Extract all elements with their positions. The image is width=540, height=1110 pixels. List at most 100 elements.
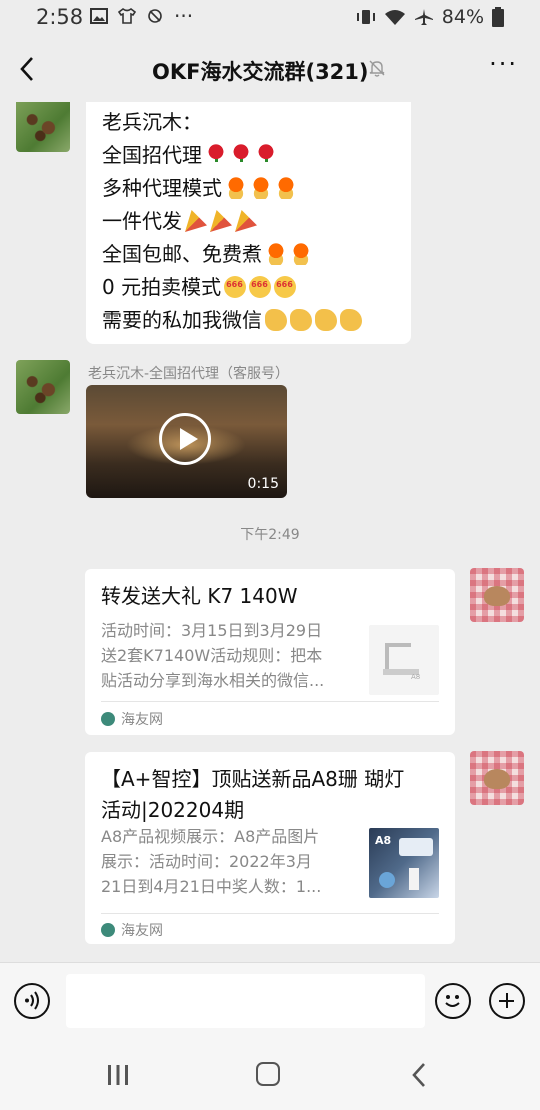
rose-emoji-icon: [255, 144, 277, 166]
smiley-icon: [445, 995, 460, 1007]
bear-avatar-image: [484, 769, 510, 789]
message-line: 全国包邮、免费煮: [102, 238, 362, 271]
video-message[interactable]: 0:15: [86, 385, 287, 498]
rose-emoji-icon: [205, 144, 227, 166]
card-title: 转发送大礼 K7 140W: [101, 584, 298, 608]
status-notification-icons: ···: [90, 4, 194, 28]
party-popper-emoji-icon: [235, 210, 257, 232]
lamp-product-image: A8: [383, 643, 420, 681]
link-card[interactable]: 【A+智控】顶贴送新品A8珊 瑚灯 活动|202204期 A8产品视频展示：A8…: [85, 752, 455, 944]
chat-area[interactable]: 老兵沉木： 全国招代理 多种代理模式 一件代发 全国包邮、免费煮 0 元拍卖模式…: [0, 102, 540, 962]
avatar[interactable]: [470, 751, 524, 805]
card-title-line: 【A+智控】顶贴送新品A8珊 瑚灯: [101, 767, 405, 791]
recent-apps-icon[interactable]: [106, 1064, 130, 1086]
card-description-line: 送2套K7140W活动规则：把本: [101, 646, 323, 665]
wifi-icon: [384, 10, 405, 25]
coral-lamp-product-image: A8: [375, 834, 433, 890]
emoji-button[interactable]: [435, 983, 471, 1019]
input-bar: [0, 962, 540, 1041]
link-card[interactable]: 转发送大礼 K7 140W 活动时间：3月15日到3月29日 送2套K7140W…: [85, 569, 455, 735]
card-description-line: 活动时间：3月15日到3月29日: [101, 621, 323, 640]
card-description-line: A8产品视频展示：A8产品图片: [101, 827, 320, 846]
party-popper-emoji-icon: [185, 210, 207, 232]
card-description-line: 21日到4月21日中奖人数：1...: [101, 877, 322, 896]
message-line: 0 元拍卖模式: [102, 268, 362, 304]
source-logo-icon: [101, 923, 115, 937]
back-button[interactable]: [14, 52, 44, 86]
message-line-text: 全国招代理: [102, 143, 202, 167]
source-name: 海友网: [121, 923, 163, 939]
card-thumbnail: A8: [369, 625, 439, 695]
more-options-button[interactable]: ···: [489, 50, 518, 78]
message-input[interactable]: [66, 974, 425, 1028]
chat-header: OKF海水交流群(321) ···: [0, 36, 540, 102]
message-line: 老兵沉木：: [102, 110, 202, 134]
sender-name: 老兵沉木-全国招代理（客服号）: [88, 366, 290, 382]
666-emoji-icon: [224, 268, 247, 301]
system-nav-bar: [0, 1040, 540, 1110]
firework-emoji-icon: [250, 177, 272, 199]
video-duration: 0:15: [247, 476, 279, 492]
tshirt-icon: [118, 8, 136, 24]
message-line: 多种代理模式: [102, 172, 362, 205]
666-emoji-icon: [249, 268, 272, 301]
battery-icon: [492, 7, 504, 27]
card-title: 【A+智控】顶贴送新品A8珊 瑚灯 活动|202204期: [101, 764, 404, 826]
message-text: 老兵沉木： 全国招代理 多种代理模式 一件代发 全国包邮、免费煮 0 元拍卖模式…: [102, 106, 362, 337]
firework-emoji-icon: [275, 177, 297, 199]
muscle-emoji-icon: [315, 309, 337, 331]
muscle-emoji-icon: [340, 309, 362, 331]
message-line: 一件代发: [102, 205, 362, 238]
666-emoji-icon: [274, 268, 297, 301]
card-description: A8产品视频展示：A8产品图片 展示：活动时间：2022年3月 21日到4月21…: [101, 824, 351, 899]
source-logo-icon: [101, 712, 115, 726]
card-title-line: 活动|202204期: [101, 798, 245, 822]
status-more: ···: [174, 4, 194, 28]
bear-avatar-image: [484, 586, 510, 606]
more-functions-button[interactable]: [489, 983, 525, 1019]
fire-emoji-icon: [265, 243, 287, 265]
card-description-line: 展示：活动时间：2022年3月: [101, 852, 312, 871]
source-name: 海友网: [121, 712, 163, 728]
airplane-icon: [414, 9, 433, 25]
muscle-emoji-icon: [265, 309, 287, 331]
battery-percent: 84%: [441, 6, 484, 28]
avatar[interactable]: [16, 102, 70, 152]
status-bar: 2:58 ··· 84%: [0, 0, 540, 36]
party-popper-emoji-icon: [210, 210, 232, 232]
back-nav-icon[interactable]: [408, 1062, 432, 1088]
play-icon[interactable]: [159, 413, 211, 465]
mute-bell-icon: [369, 60, 385, 77]
chat-title[interactable]: OKF海水交流群(321): [152, 56, 369, 86]
avatar[interactable]: [16, 360, 70, 414]
firework-emoji-icon: [225, 177, 247, 199]
status-right: 84%: [356, 6, 504, 28]
thumbnail-label: A8: [411, 673, 420, 681]
card-description: 活动时间：3月15日到3月29日 送2套K7140W活动规则：把本 贴活动分享到…: [101, 618, 351, 693]
fire-emoji-icon: [290, 243, 312, 265]
message-line: 需要的私加我微信: [102, 304, 362, 337]
card-source: 海友网: [101, 920, 163, 940]
message-line-text: 多种代理模式: [102, 176, 222, 200]
message-line-text: 全国包邮、免费煮: [102, 242, 262, 266]
message-line-text: 一件代发: [102, 209, 182, 233]
message-timestamp: 下午2:49: [240, 527, 300, 543]
message-line-text: 0 元拍卖模式: [102, 275, 222, 299]
card-divider: [101, 913, 439, 914]
gallery-icon: [90, 8, 108, 24]
voice-input-button[interactable]: [14, 983, 50, 1019]
rose-emoji-icon: [230, 144, 252, 166]
card-divider: [101, 701, 439, 702]
thumbnail-label: A8: [375, 834, 391, 847]
home-icon[interactable]: [256, 1062, 280, 1086]
voice-icon: [25, 991, 39, 1010]
card-source: 海友网: [101, 709, 163, 729]
message-line-text: 需要的私加我微信: [102, 308, 262, 332]
avatar[interactable]: [470, 568, 524, 622]
message-line: 全国招代理: [102, 139, 362, 172]
vibrate-icon: [356, 10, 375, 24]
card-thumbnail: A8: [369, 828, 439, 898]
text-message-bubble[interactable]: 老兵沉木： 全国招代理 多种代理模式 一件代发 全国包邮、免费煮 0 元拍卖模式…: [86, 102, 411, 344]
status-time: 2:58: [36, 5, 84, 29]
muscle-emoji-icon: [290, 309, 312, 331]
